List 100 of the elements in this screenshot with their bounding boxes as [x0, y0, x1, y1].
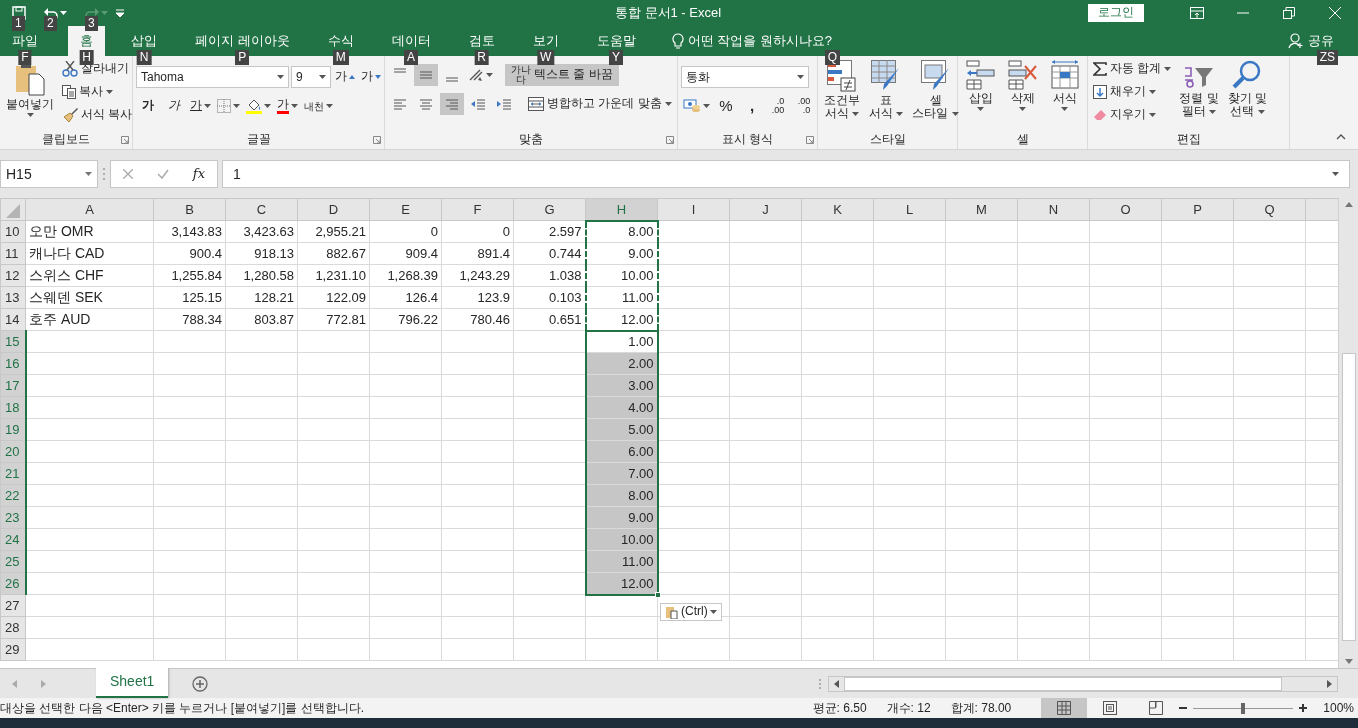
font-name-dropdown[interactable]: Tahoma — [136, 66, 289, 88]
copy-button[interactable]: 복사 — [60, 81, 135, 103]
next-sheet-icon — [41, 679, 46, 688]
enter-button[interactable] — [156, 167, 169, 181]
row-header[interactable]: 17 — [0, 374, 26, 397]
previous-sheet-icon — [12, 679, 17, 688]
cancel-button[interactable] — [122, 167, 133, 181]
column-header[interactable]: J — [729, 198, 802, 221]
key-tip: ZS — [1316, 50, 1338, 65]
normal-view-button[interactable] — [1041, 698, 1088, 718]
decrease-decimal-button[interactable]: .00 .0 — [792, 95, 816, 117]
font-color-button[interactable]: 가 — [275, 95, 300, 117]
row-header[interactable]: 12 — [0, 264, 26, 287]
number-format-dropdown[interactable]: 통화 — [681, 66, 809, 88]
column-header[interactable]: K — [801, 198, 874, 221]
find-select-button[interactable]: 찾기 및 선택 — [1224, 58, 1271, 131]
percent-button[interactable]: % — [714, 95, 738, 117]
zoom-slider[interactable] — [1193, 702, 1294, 714]
row-header[interactable]: 18 — [0, 396, 26, 419]
align-top-icon — [393, 68, 407, 73]
fill-handle[interactable] — [654, 591, 661, 598]
delete-cells-button[interactable]: 삭제 — [1004, 58, 1041, 131]
scroll-thumb[interactable] — [844, 676, 1282, 691]
row-header[interactable]: 20 — [0, 440, 26, 463]
row-header[interactable]: 11 — [0, 242, 26, 265]
increase-font-button[interactable]: 가 — [333, 66, 357, 88]
column-header[interactable]: F — [441, 198, 514, 221]
align-right-button[interactable] — [440, 93, 464, 115]
column-header[interactable]: G — [513, 198, 586, 221]
sort-filter-button[interactable]: 정렬 및 필터 — [1176, 58, 1222, 131]
scroll-up-icon — [1344, 202, 1353, 207]
login-button[interactable]: 로그인 — [1088, 4, 1144, 22]
column-header[interactable]: I — [657, 198, 730, 221]
format-cells-button[interactable]: 서식 — [1046, 58, 1083, 131]
underline-button[interactable]: 가 — [188, 95, 213, 117]
dialog-launcher-icon[interactable] — [666, 136, 674, 144]
insert-function-button[interactable]: fx — [192, 166, 205, 182]
formula-input-field[interactable]: 1 — [222, 160, 1350, 188]
column-header[interactable]: H — [585, 198, 658, 221]
paste-options-button[interactable]: (Ctrl) — [660, 603, 722, 621]
row-header[interactable]: 29 — [0, 638, 26, 661]
vertical-scrollbar[interactable] — [1338, 198, 1358, 668]
select-all-icon[interactable] — [6, 204, 20, 219]
row-header[interactable]: 25 — [0, 550, 26, 573]
decrease-font-button[interactable]: 가 — [359, 66, 383, 88]
phonetic-guide-button[interactable]: 내천 — [302, 95, 335, 117]
caret-icon — [664, 102, 672, 106]
row-header[interactable]: 19 — [0, 418, 26, 441]
column-header[interactable]: D — [297, 198, 370, 221]
align-middle-button[interactable] — [414, 64, 438, 86]
row-header[interactable]: 23 — [0, 506, 26, 529]
format-painter-button[interactable]: 서식 복사 — [60, 104, 135, 126]
horizontal-scrollbar[interactable] — [828, 675, 1338, 692]
table-style-button[interactable]: 표 서식 — [866, 58, 907, 131]
column-header[interactable]: L — [873, 198, 946, 221]
dialog-launcher-icon[interactable] — [806, 136, 814, 144]
dialog-launcher-icon[interactable] — [121, 136, 129, 144]
row-header[interactable]: 22 — [0, 484, 26, 507]
scroll-thumb[interactable] — [1341, 353, 1356, 641]
row-header[interactable]: 24 — [0, 528, 26, 551]
dialog-launcher-icon[interactable] — [373, 136, 381, 144]
column-header[interactable]: Q — [1233, 198, 1306, 221]
bold-button[interactable]: 가 — [136, 95, 160, 117]
caret-icon — [896, 112, 904, 116]
autosum-button[interactable]: 자동 합계 — [1091, 58, 1174, 80]
column-header[interactable]: C — [225, 198, 298, 221]
merge-center-button[interactable]: 병합하고 가운데 맞춤 — [526, 93, 674, 115]
zoom-thumb[interactable] — [1241, 703, 1246, 714]
column-header[interactable]: O — [1089, 198, 1162, 221]
comma-button[interactable]: , — [740, 95, 764, 117]
zoom-in-button[interactable] — [1299, 701, 1308, 715]
row-header[interactable]: 27 — [0, 594, 26, 617]
font-size-dropdown[interactable]: 9 — [291, 66, 331, 88]
lightbulb-icon — [671, 33, 684, 49]
name-box[interactable]: H15 — [0, 160, 98, 188]
caret-icon — [703, 104, 710, 108]
column-header[interactable]: B — [153, 198, 226, 221]
insert-cells-button[interactable]: 삽입 — [962, 58, 999, 131]
increase-decimal-button[interactable]: .0 .00 — [766, 95, 790, 117]
sheet-tab[interactable]: Sheet1 — [96, 668, 169, 698]
clear-button[interactable]: 지우기 — [1091, 104, 1174, 126]
row-header[interactable]: 15 — [0, 330, 26, 353]
row-header[interactable]: 13 — [0, 286, 26, 309]
zoom-level[interactable]: 100% — [1323, 699, 1354, 717]
row-header[interactable]: 16 — [0, 352, 26, 375]
fill-button[interactable]: 채우기 — [1091, 81, 1174, 103]
cell-style-button[interactable]: 셀 스타일 — [909, 58, 962, 131]
column-header[interactable]: P — [1161, 198, 1234, 221]
add-sheet-button[interactable] — [192, 675, 209, 692]
row-header[interactable]: 28 — [0, 616, 26, 639]
align-left-icon — [393, 98, 407, 110]
row-header[interactable]: 14 — [0, 308, 26, 331]
row-header[interactable]: 10 — [0, 220, 26, 243]
column-header[interactable]: A — [25, 198, 154, 221]
column-header[interactable]: M — [945, 198, 1018, 221]
column-header[interactable]: N — [1017, 198, 1090, 221]
column-header[interactable]: E — [369, 198, 442, 221]
row-header[interactable]: 26 — [0, 572, 26, 595]
row-header[interactable]: 21 — [0, 462, 26, 485]
italic-button[interactable]: 가 — [162, 95, 186, 117]
